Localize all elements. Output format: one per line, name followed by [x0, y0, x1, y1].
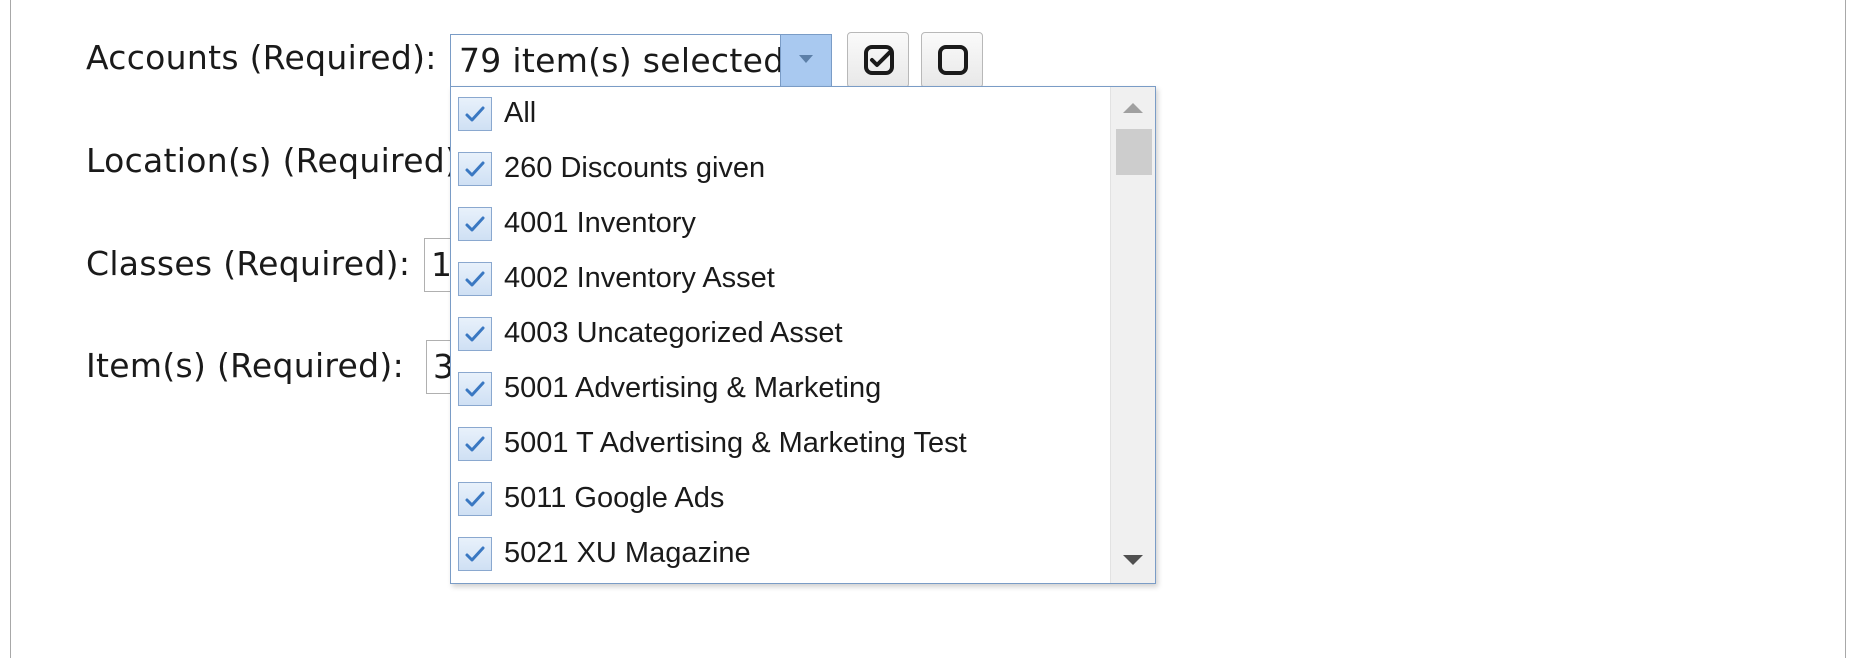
accounts-selected-text: 79 item(s) selected — [459, 41, 785, 80]
dropdown-option[interactable]: All — [451, 87, 1111, 142]
checkbox[interactable] — [458, 372, 492, 406]
empty-square-icon — [938, 45, 968, 75]
dropdown-option-label: 5021 XU Magazine — [504, 537, 751, 569]
accounts-dropdown-list: All 260 Discounts given 4001 Inventory 4002… — [450, 86, 1156, 584]
check-square-icon — [864, 45, 894, 75]
checkmark-icon — [465, 271, 485, 287]
dropdown-option[interactable]: 5001 Advertising & Marketing — [451, 362, 1111, 417]
dropdown-scrollbar[interactable] — [1110, 87, 1155, 583]
dropdown-option-label: 5001 T Advertising & Marketing Test — [504, 427, 967, 459]
checkbox[interactable] — [458, 537, 492, 571]
select-all-button[interactable] — [847, 32, 909, 88]
dropdown-options: All 260 Discounts given 4001 Inventory 4002… — [451, 87, 1111, 583]
scroll-up-icon[interactable] — [1111, 87, 1155, 129]
dropdown-option[interactable]: 5001 T Advertising & Marketing Test — [451, 417, 1111, 472]
checkmark-icon — [465, 381, 485, 397]
dropdown-option[interactable]: 5011 Google Ads — [451, 472, 1111, 527]
classes-label: Classes (Required): — [86, 244, 411, 283]
dropdown-arrow-icon[interactable] — [780, 35, 831, 87]
accounts-multiselect[interactable]: 79 item(s) selected — [450, 34, 832, 88]
checkmark-icon — [465, 491, 485, 507]
checkmark-icon — [465, 436, 485, 452]
accounts-label: Accounts (Required): — [86, 38, 437, 77]
dropdown-option-label: 4001 Inventory — [504, 207, 696, 239]
classes-select-value: 1 — [431, 245, 452, 284]
checkbox[interactable] — [458, 207, 492, 241]
checkbox[interactable] — [458, 262, 492, 296]
checkmark-icon — [465, 216, 485, 232]
checkmark-icon — [465, 326, 485, 342]
checkbox[interactable] — [458, 317, 492, 351]
checkmark-icon — [465, 161, 485, 177]
dropdown-option-label: All — [504, 97, 537, 129]
dropdown-option[interactable]: 4002 Inventory Asset — [451, 252, 1111, 307]
checkmark-icon — [465, 106, 485, 122]
checkbox[interactable] — [458, 427, 492, 461]
checkbox[interactable] — [458, 152, 492, 186]
scroll-down-icon[interactable] — [1111, 541, 1155, 583]
checkbox[interactable] — [458, 97, 492, 131]
checkmark-icon — [465, 546, 485, 562]
items-label: Item(s) (Required): — [86, 346, 404, 385]
dropdown-option-label: 5011 Google Ads — [504, 482, 725, 514]
dropdown-option[interactable]: 260 Discounts given — [451, 142, 1111, 197]
dropdown-option-label: 4003 Uncategorized Asset — [504, 317, 843, 349]
dropdown-option[interactable]: 5021 XU Magazine — [451, 527, 1111, 582]
dropdown-option[interactable]: 4003 Uncategorized Asset — [451, 307, 1111, 362]
scroll-thumb[interactable] — [1116, 129, 1152, 175]
dropdown-option-label: 4002 Inventory Asset — [504, 262, 775, 294]
dropdown-option[interactable]: 4001 Inventory — [451, 197, 1111, 252]
dropdown-option-label: 5001 Advertising & Marketing — [504, 372, 882, 404]
locations-label: Location(s) (Required): — [86, 141, 470, 180]
deselect-all-button[interactable] — [921, 32, 983, 88]
dropdown-option-label: 260 Discounts given — [504, 152, 766, 184]
checkbox[interactable] — [458, 482, 492, 516]
